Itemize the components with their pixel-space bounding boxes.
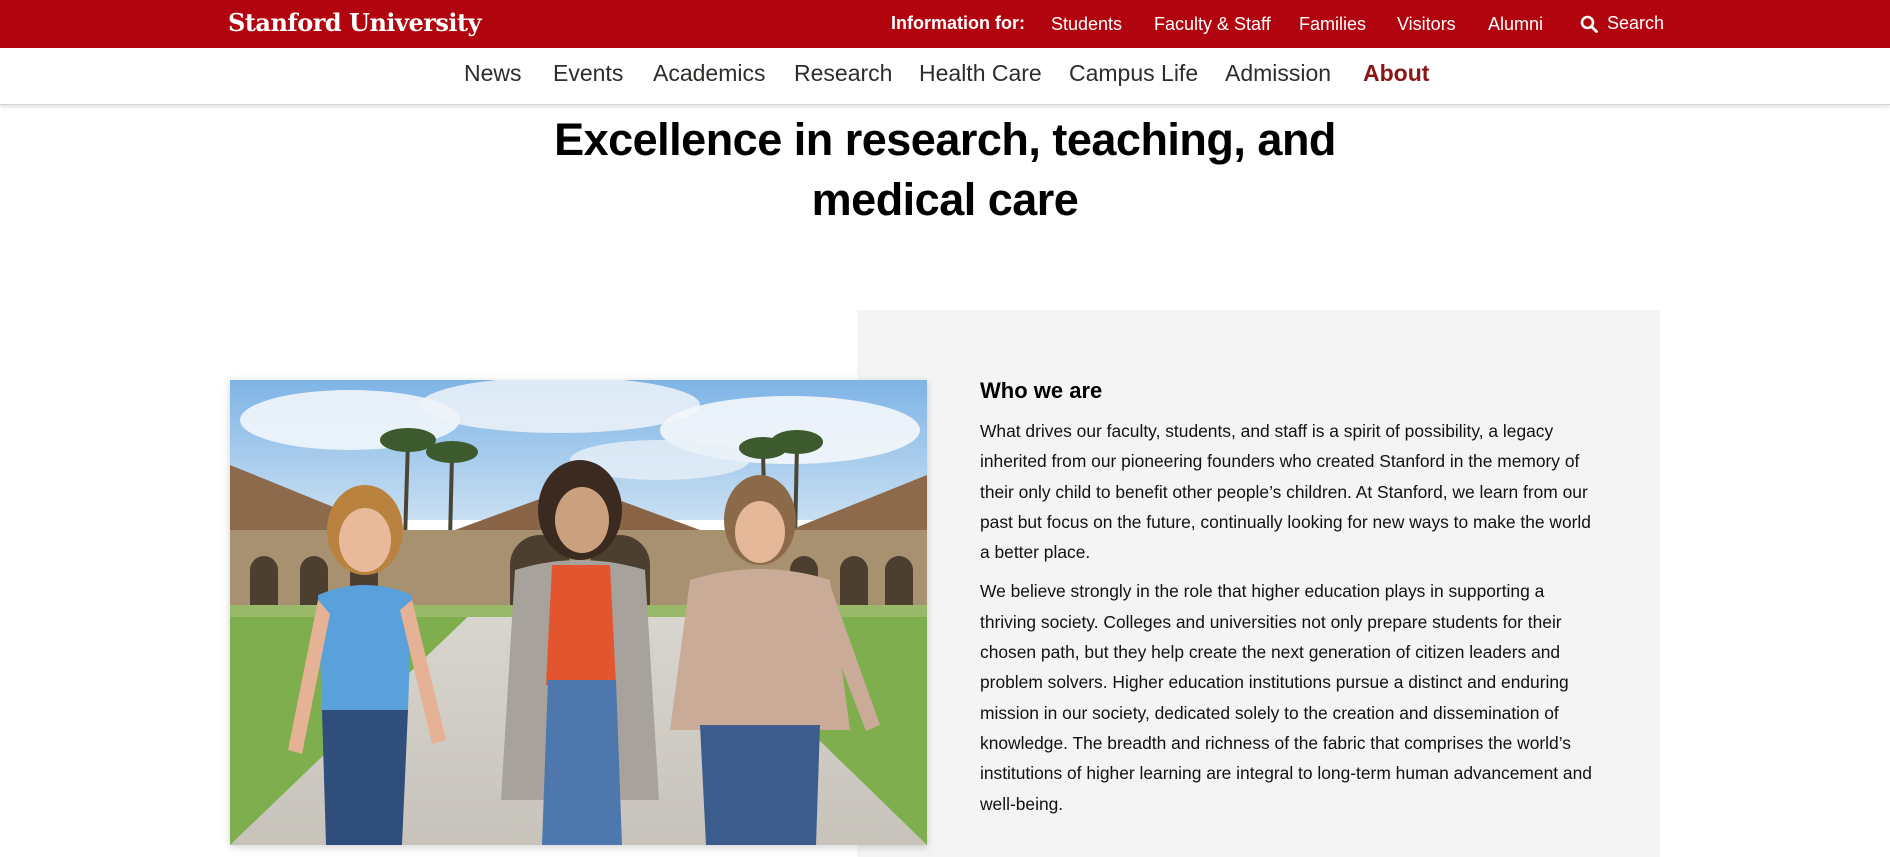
headline-line-1: Excellence in research, teaching, and — [554, 114, 1336, 165]
audience-link-alumni[interactable]: Alumni — [1488, 14, 1543, 35]
students-walking-photo — [230, 380, 927, 845]
who-we-are-paragraph-1: What drives our faculty, students, and s… — [980, 421, 1591, 563]
who-we-are-paragraph-2: We believe strongly in the role that hig… — [980, 581, 1592, 814]
information-for-label: Information for: — [891, 13, 1025, 33]
nav-item-events[interactable]: Events — [553, 60, 623, 87]
audience-link-students[interactable]: Students — [1051, 14, 1122, 35]
search-label: Search — [1607, 13, 1665, 33]
who-we-are-heading: Who we are — [980, 378, 1103, 403]
headline-line-2: medical care — [811, 174, 1079, 225]
search-button[interactable]: Search — [1580, 13, 1664, 34]
nav-item-research[interactable]: Research — [794, 60, 892, 87]
search-icon — [1580, 15, 1598, 33]
main-navigation: News Events Academics Research Health Ca… — [0, 48, 1890, 105]
nav-item-news[interactable]: News — [464, 60, 522, 87]
audience-link-faculty-staff[interactable]: Faculty & Staff — [1154, 14, 1271, 35]
stanford-logo-link[interactable]: Stanford University — [228, 8, 482, 37]
global-header: Stanford University Information for: Stu… — [0, 0, 1890, 48]
nav-item-health-care[interactable]: Health Care — [919, 60, 1042, 87]
audience-link-visitors[interactable]: Visitors — [1397, 14, 1456, 35]
audience-link-families[interactable]: Families — [1299, 14, 1366, 35]
who-we-are-section: Who we are What drives our faculty, stud… — [980, 378, 1600, 828]
nav-item-admission[interactable]: Admission — [1225, 60, 1331, 87]
nav-item-campus-life[interactable]: Campus Life — [1069, 60, 1198, 87]
nav-item-academics[interactable]: Academics — [653, 60, 765, 87]
nav-item-about[interactable]: About — [1363, 60, 1429, 87]
page-headline: Excellence in research, teaching, and me… — [445, 110, 1445, 230]
